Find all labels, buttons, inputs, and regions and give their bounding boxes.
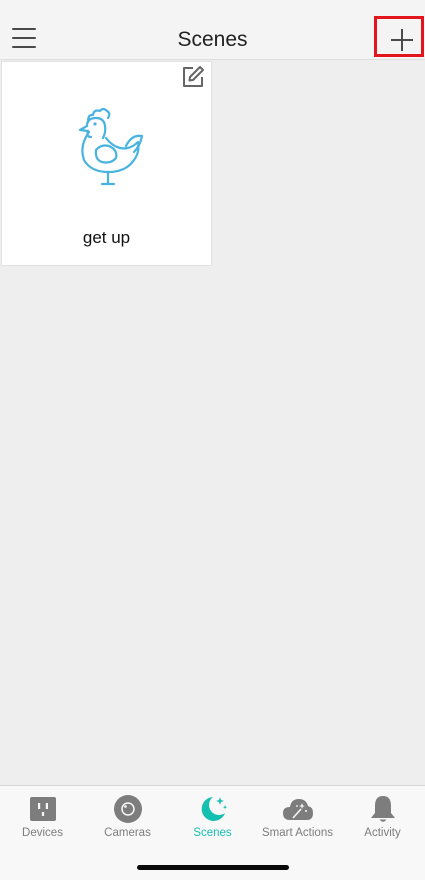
tab-devices[interactable]: Devices	[0, 786, 85, 846]
home-indicator[interactable]	[137, 865, 289, 870]
tab-smart-actions[interactable]: Smart Actions	[255, 786, 340, 846]
rooster-icon	[78, 107, 144, 186]
tab-label: Smart Actions	[262, 827, 333, 839]
top-bar: Scenes	[0, 0, 425, 60]
plug-outlet-icon	[29, 797, 56, 821]
scene-card[interactable]: get up	[1, 61, 212, 266]
tab-activity[interactable]: Activity	[340, 786, 425, 846]
tab-label: Scenes	[193, 827, 232, 839]
cloud-magic-wand-icon	[282, 799, 313, 820]
tab-cameras[interactable]: Cameras	[85, 786, 170, 846]
camera-lens-icon	[113, 795, 142, 823]
scene-label: get up	[82, 228, 131, 247]
add-scene-button[interactable]	[374, 16, 424, 57]
edit-pencil-icon[interactable]	[181, 65, 205, 89]
plus-icon	[391, 29, 413, 51]
page-title: Scenes	[177, 28, 248, 51]
tab-scenes[interactable]: Scenes	[170, 786, 255, 846]
tab-label: Devices	[22, 827, 63, 839]
moon-stars-icon	[201, 797, 227, 821]
tab-label: Cameras	[104, 827, 151, 839]
scenes-screen: Scenes get up Devices Cameras Scenes Sma…	[0, 0, 425, 880]
tab-label: Activity	[364, 827, 401, 839]
bell-icon	[370, 796, 395, 822]
